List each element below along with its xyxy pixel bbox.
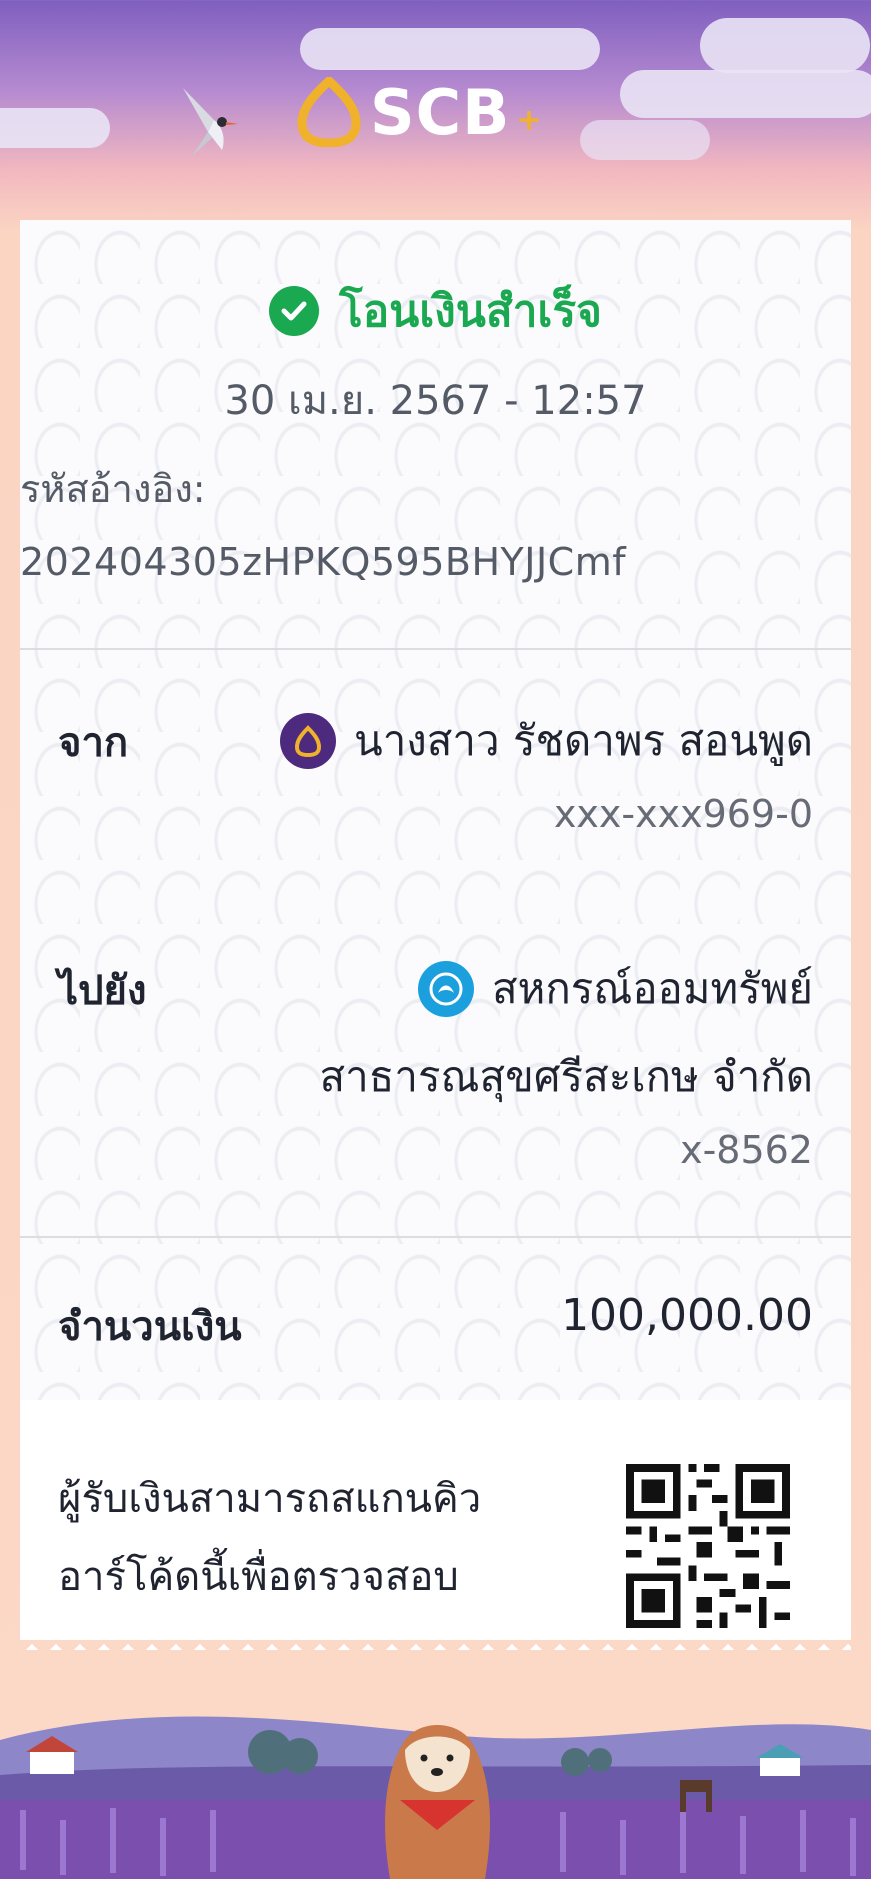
cloud [580,120,710,160]
lavender-field-illustration [0,1680,871,1879]
transfer-receipt-card: โอนเงินสำเร็จ 30 เม.ย. 2567 - 12:57 รหัส… [20,220,851,1650]
brand-plus: + [516,103,542,138]
verification-qr-code[interactable] [626,1464,790,1628]
receipt-torn-edge [20,1640,851,1664]
recipient-name-row: สหกรณ์ออมทรัพย์ [418,956,813,1022]
to-label: ไปยัง [58,968,147,1014]
cloud [300,28,600,70]
sender-account: xxx-xxx969-0 [553,792,813,836]
cloud [620,70,871,118]
check-circle-icon [269,286,320,336]
amount-label: จำนวนเงิน [58,1304,242,1350]
cloud [0,108,110,148]
status-text: โอนเงินสำเร็จ [339,286,602,337]
divider [20,1236,851,1238]
qr-instruction-line1: ผู้รับเงินสามารถสแกนคิว [58,1476,482,1522]
scb-icon [279,713,336,769]
qr-instruction-line2: อาร์โค้ดนี้เพื่อตรวจสอบ [58,1554,459,1600]
recipient-name-line2: สาธารณสุขศรีสะเกษ จำกัด [319,1052,813,1101]
reference-label: รหัสอ้างอิง: [20,467,206,511]
amount-value: 100,000.00 [561,1290,813,1341]
qr-instruction: ผู้รับเงินสามารถสแกนคิว อาร์โค้ดนี้เพื่อ… [58,1460,538,1616]
reference-code: 202404305zHPKQ595BHYJJCmf [20,540,627,584]
divider [20,648,851,650]
bird-illustration [183,88,238,156]
from-label: จาก [58,720,129,766]
status-row: โอนเงินสำเร็จ [20,276,851,346]
kasikorn-icon [418,961,475,1017]
scb-logo-mark-icon [297,77,361,147]
cloud [700,18,870,73]
scb-logo: SCB + [296,72,542,152]
recipient-account: x-8562 [680,1128,813,1172]
recipient-name-line1: สหกรณ์ออมทรัพย์ [492,964,813,1013]
sender-name: นางสาว รัชดาพร สอนพูด [353,716,813,765]
transaction-datetime: 30 เม.ย. 2567 - 12:57 [224,378,647,424]
sender-name-row: นางสาว รัชดาพร สอนพูด [279,708,813,774]
brand-name: SCB [370,75,511,149]
